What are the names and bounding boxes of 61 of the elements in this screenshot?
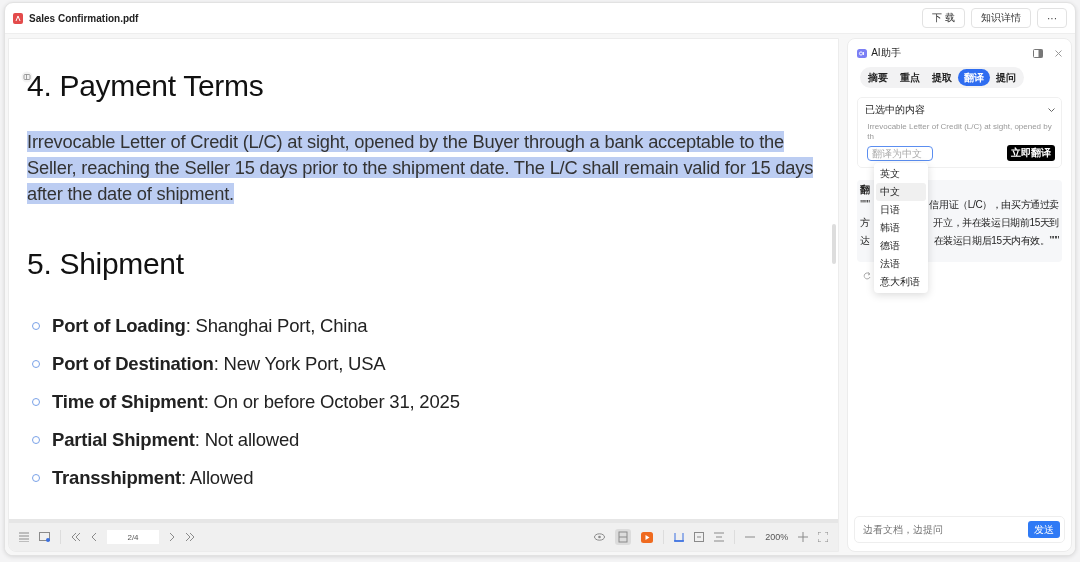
scrollbar[interactable]: [832, 224, 837, 264]
zoom-in-icon[interactable]: [798, 532, 809, 542]
menu-item[interactable]: 日语: [876, 201, 927, 219]
list-item: Port of Loading: Shanghai Port, China: [52, 315, 368, 337]
zoom-level: 200%: [765, 532, 789, 542]
result-text: """: [860, 198, 870, 212]
language-field[interactable]: 翻译为中文: [867, 145, 934, 161]
chevron-down-icon[interactable]: [1048, 107, 1055, 113]
card-title: 已选中的内容: [865, 103, 926, 117]
window-title: Sales Confirmation.pdf: [29, 12, 140, 24]
panel-title: AI助手: [871, 46, 902, 60]
tab[interactable]: 翻译: [958, 69, 991, 86]
menu-item[interactable]: 德语: [876, 237, 927, 255]
sidebar-icon[interactable]: [1033, 48, 1043, 58]
page-layout-icon[interactable]: [615, 529, 632, 545]
next-page-icon[interactable]: [169, 532, 175, 542]
pdf-icon: [13, 12, 23, 24]
result-text: 开立，并在装运日期前15天到: [933, 216, 1059, 230]
page-field[interactable]: 2/4: [107, 530, 159, 544]
bookmark-icon[interactable]: [674, 532, 685, 542]
paragraph: Irrevocable Letter of Credit (L/C) at sight, opened by the Buyer through a bank acceptable to the Seller, reaching the Seller 15 days prior to the shipment date. The L/C shall remain valid for 15 days after the date of shipment.: [27, 130, 815, 206]
tab[interactable]: 提问: [990, 69, 1023, 86]
fit-page-icon[interactable]: [714, 532, 725, 542]
toolbar-button[interactable]: 下 载: [922, 8, 965, 28]
thumbnail-icon[interactable]: [39, 532, 50, 542]
first-page-icon[interactable]: [71, 532, 81, 542]
section-heading: 5. Shipment: [27, 247, 185, 281]
menu-item[interactable]: 韩语: [876, 219, 927, 237]
list-icon[interactable]: [19, 532, 29, 542]
result-text: 达: [860, 234, 870, 248]
result-heading: 翻: [860, 183, 871, 196]
list-item: Time of Shipment: On or before October 31, 2025: [52, 391, 460, 413]
list-item: Port of Destination: New York Port, USA: [52, 353, 386, 375]
fit-width-icon[interactable]: [694, 532, 705, 542]
assistant-logo-icon: [857, 48, 868, 58]
play-icon[interactable]: [641, 531, 654, 543]
eye-icon[interactable]: [594, 533, 606, 541]
section-heading: 4. Payment Terms: [27, 69, 265, 103]
result-text: 在装运日期后15天内有效。""": [933, 234, 1059, 248]
selected-text: Irrevocable Letter of Credit (L/C) at sight, opened by th: [867, 122, 1053, 142]
tab[interactable]: 提取: [926, 69, 959, 86]
menu-item[interactable]: 法语: [876, 255, 927, 273]
result-text: 方: [860, 216, 870, 230]
tab[interactable]: 重点: [894, 69, 927, 86]
list-item: Partial Shipment: Not allowed: [52, 429, 300, 451]
send-button[interactable]: 发送: [1028, 521, 1060, 538]
menu-item[interactable]: 中文: [876, 183, 927, 201]
close-icon[interactable]: [1055, 49, 1062, 57]
tab[interactable]: 摘要: [862, 69, 895, 86]
toolbar-button[interactable]: 知识详情: [971, 8, 1031, 28]
previous-page-icon[interactable]: [91, 532, 97, 542]
fullscreen-icon[interactable]: [818, 532, 829, 542]
last-page-icon[interactable]: [185, 532, 195, 542]
question-field[interactable]: 边看文档，边提问 发送: [854, 516, 1065, 543]
menu-item[interactable]: 意大利语: [876, 273, 927, 291]
menu-item[interactable]: 英文: [876, 165, 927, 183]
result-text: 信用证（L/C），由买方通过卖: [929, 198, 1059, 212]
list-item: Transshipment: Allowed: [52, 467, 254, 489]
refresh-icon[interactable]: [863, 272, 872, 280]
toolbar-button[interactable]: ···: [1037, 8, 1067, 28]
translate-button[interactable]: 立即翻译: [1007, 145, 1055, 161]
